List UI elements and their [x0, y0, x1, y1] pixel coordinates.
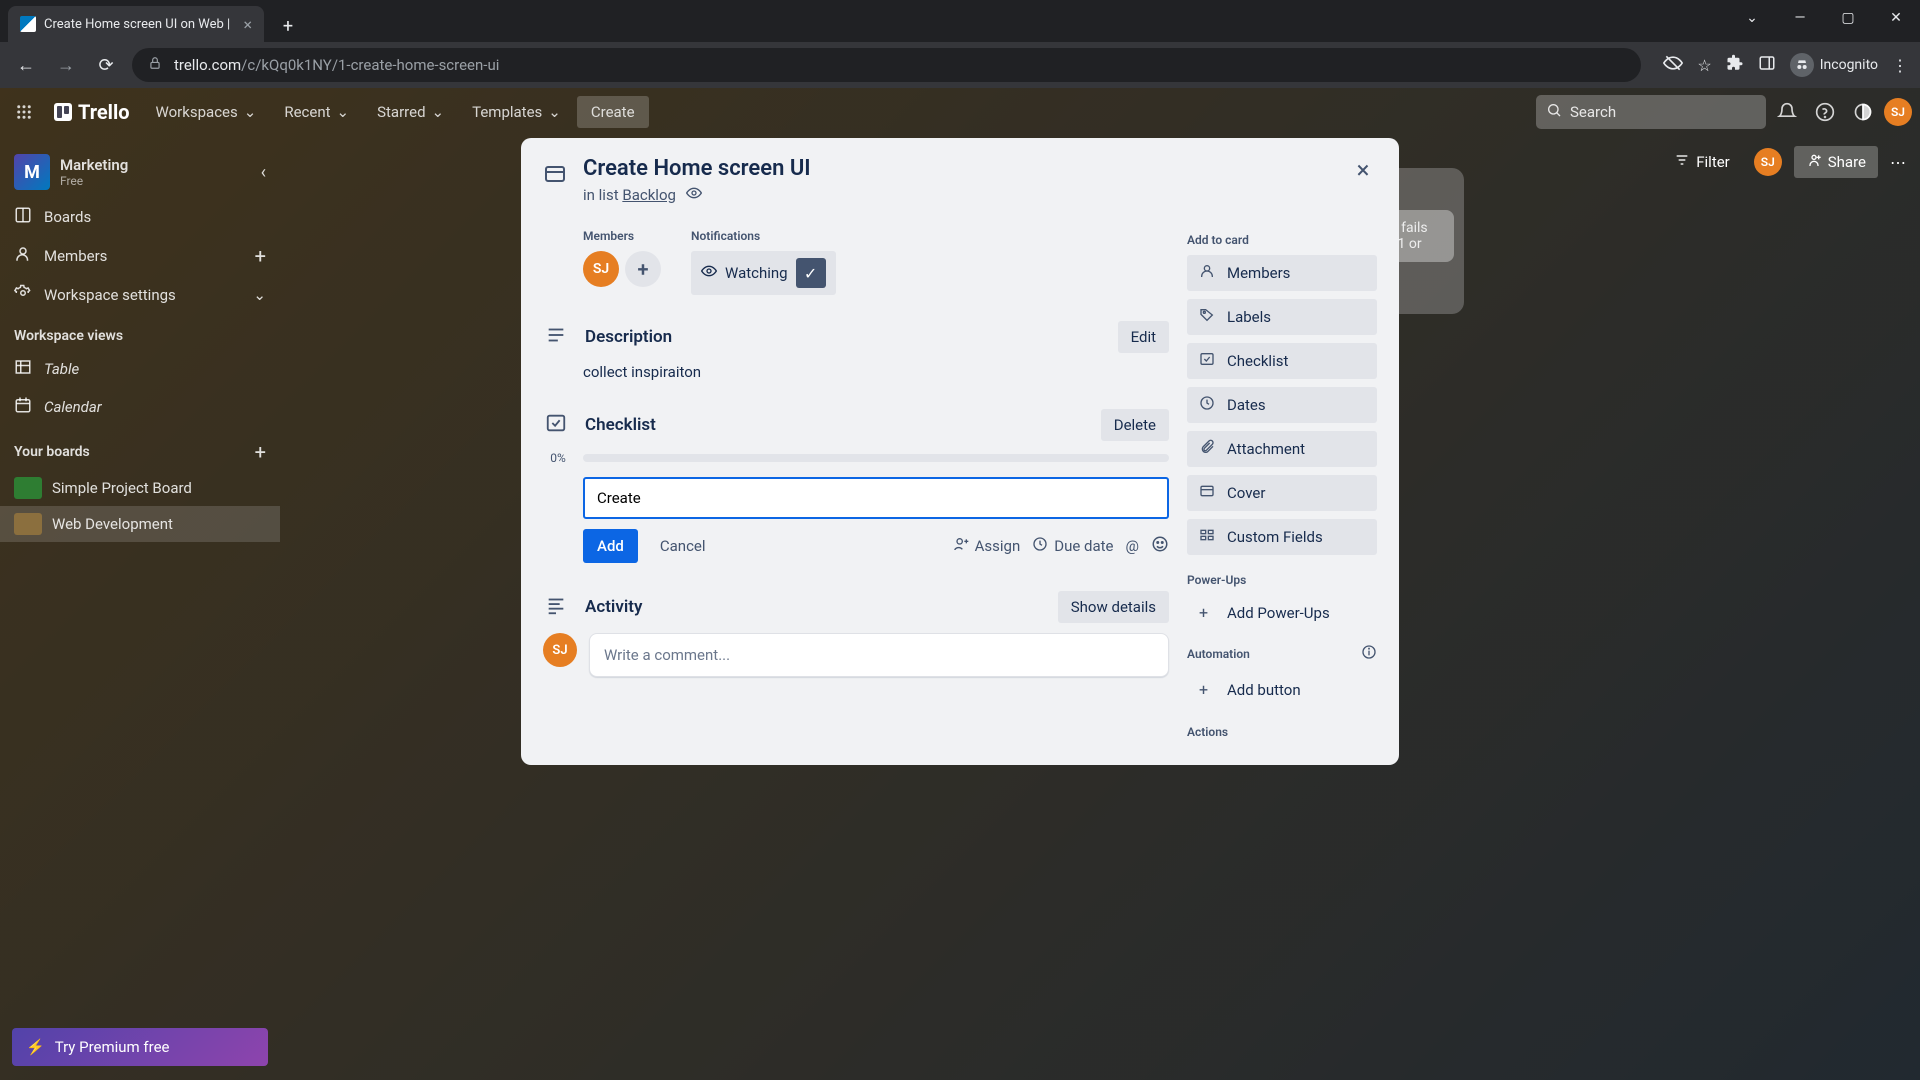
forward-button[interactable]: →	[52, 51, 80, 79]
card-modal: × Create Home screen UI in list Backlog …	[521, 138, 1399, 765]
extensions-icon[interactable]	[1726, 54, 1744, 76]
eye-icon	[701, 263, 717, 283]
description-text[interactable]: collect inspiraiton	[583, 363, 1169, 381]
check-icon	[1199, 351, 1217, 371]
activity-heading: Activity	[585, 597, 1042, 617]
tab-favicon-icon	[20, 16, 36, 32]
comment-avatar: SJ	[543, 633, 577, 667]
user-icon	[1199, 263, 1217, 283]
clock-icon	[1199, 395, 1217, 415]
lock-icon	[148, 56, 162, 74]
info-icon[interactable]	[1361, 644, 1377, 664]
checklist-heading: Checklist	[585, 415, 1085, 435]
mention-button[interactable]: @	[1126, 537, 1139, 555]
eye-icon	[686, 185, 702, 205]
edit-description-button[interactable]: Edit	[1118, 321, 1169, 353]
side-checklist-button[interactable]: Checklist	[1187, 343, 1377, 379]
add-powerups-button[interactable]: +Add Power-Ups	[1187, 595, 1377, 630]
cover-icon	[1199, 483, 1217, 503]
incognito-icon	[1790, 53, 1814, 77]
member-avatar[interactable]: SJ	[583, 251, 619, 287]
plus-icon: +	[1199, 603, 1217, 622]
comment-input[interactable]: Write a comment...	[589, 633, 1169, 677]
back-button[interactable]: ←	[12, 51, 40, 79]
address-bar[interactable]: trello.com/c/kQq0k1NY/1-create-home-scre…	[132, 48, 1641, 82]
attach-icon	[1199, 439, 1217, 459]
tag-icon	[1199, 307, 1217, 327]
progress-percent: 0%	[543, 451, 573, 465]
watch-button[interactable]: Watching ✓	[691, 251, 836, 295]
url-domain: trello.com	[174, 56, 241, 74]
eye-off-icon[interactable]	[1663, 53, 1683, 77]
add-automation-button[interactable]: +Add button	[1187, 672, 1377, 707]
close-window-button[interactable]: ✕	[1872, 0, 1920, 36]
cancel-checklist-item-button[interactable]: Cancel	[650, 529, 716, 563]
add-member-button[interactable]: +	[625, 251, 661, 287]
notifications-label: Notifications	[691, 229, 836, 243]
activity-icon	[543, 594, 569, 621]
chevron-down-icon[interactable]: ⌄	[1728, 0, 1776, 36]
side-cover-button[interactable]: Cover	[1187, 475, 1377, 511]
assign-button[interactable]: Assign	[953, 536, 1021, 556]
check-icon: ✓	[796, 258, 826, 288]
tab-close-icon[interactable]: ×	[243, 15, 252, 34]
side-members-button[interactable]: Members	[1187, 255, 1377, 291]
add-checklist-item-button[interactable]: Add	[583, 529, 638, 563]
assign-icon	[953, 536, 969, 556]
powerups-label: Power-Ups	[1187, 573, 1377, 587]
actions-label: Actions	[1187, 725, 1377, 739]
plus-icon: +	[1199, 680, 1217, 699]
checklist-item-input[interactable]	[583, 477, 1169, 519]
browser-menu-icon[interactable]: ⋮	[1892, 56, 1908, 75]
close-modal-button[interactable]: ×	[1345, 152, 1381, 188]
tab-title: Create Home screen UI on Web |	[44, 17, 230, 32]
description-heading: Description	[585, 327, 1102, 347]
bookmark-star-icon[interactable]: ☆	[1697, 56, 1711, 75]
progress-bar	[583, 454, 1169, 462]
emoji-button[interactable]	[1151, 535, 1169, 557]
clock-icon	[1032, 536, 1048, 556]
card-title[interactable]: Create Home screen UI	[583, 156, 811, 181]
side-labels-button[interactable]: Labels	[1187, 299, 1377, 335]
list-link[interactable]: Backlog	[622, 186, 676, 204]
due-date-button[interactable]: Due date	[1032, 536, 1113, 556]
emoji-icon	[1151, 535, 1169, 557]
members-label: Members	[583, 229, 661, 243]
url-path: /c/kQq0k1NY/1-create-home-screen-ui	[241, 56, 499, 74]
add-to-card-label: Add to card	[1187, 233, 1377, 247]
show-details-button[interactable]: Show details	[1058, 591, 1169, 623]
side-custom-fields-button[interactable]: Custom Fields	[1187, 519, 1377, 555]
checklist-icon	[543, 412, 569, 439]
description-icon	[543, 324, 569, 351]
delete-checklist-button[interactable]: Delete	[1101, 409, 1169, 441]
side-dates-button[interactable]: Dates	[1187, 387, 1377, 423]
incognito-badge[interactable]: Incognito	[1790, 53, 1878, 77]
browser-tab[interactable]: Create Home screen UI on Web | ×	[8, 6, 264, 42]
minimize-window-button[interactable]: —	[1776, 0, 1824, 36]
at-icon: @	[1126, 537, 1139, 555]
new-tab-button[interactable]: +	[272, 10, 304, 42]
side-panel-icon[interactable]	[1758, 54, 1776, 76]
side-attachment-button[interactable]: Attachment	[1187, 431, 1377, 467]
reload-button[interactable]: ⟳	[92, 51, 120, 79]
card-icon	[543, 162, 567, 205]
fields-icon	[1199, 527, 1217, 547]
automation-label: Automation	[1187, 647, 1250, 661]
maximize-window-button[interactable]: ▢	[1824, 0, 1872, 36]
